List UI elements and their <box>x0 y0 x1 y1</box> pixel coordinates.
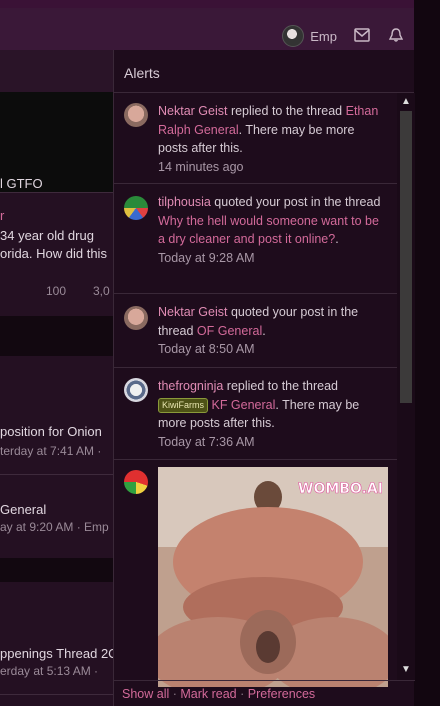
alert-user[interactable]: Nektar Geist <box>158 104 227 118</box>
bg-link[interactable]: r <box>0 208 113 223</box>
scroll-thumb[interactable] <box>400 111 412 403</box>
alerts-title: Alerts <box>114 50 414 93</box>
avatar[interactable] <box>124 378 148 402</box>
preferences-link[interactable]: Preferences <box>248 687 315 701</box>
alert-thread-link[interactable]: OF General <box>197 324 262 338</box>
scroll-down-icon[interactable]: ▼ <box>400 663 412 677</box>
alert-text: Nektar Geist replied to the thread Ethan… <box>158 104 379 155</box>
alert-item-image[interactable]: WOMBO.AI <box>114 460 397 700</box>
username: Emp <box>310 28 337 44</box>
alert-text: tilphousia quoted your post in the threa… <box>158 195 381 247</box>
show-all-link[interactable]: Show all <box>122 687 169 701</box>
bg-thread-meta: ay at 9:20 AM · Emp <box>0 520 109 534</box>
bg-text: orida. How did this <box>0 246 107 261</box>
top-strip <box>0 0 440 8</box>
alert-item[interactable]: tilphousia quoted your post in the threa… <box>114 184 397 294</box>
bg-thread-title: l GTFO <box>0 176 43 191</box>
bell-icon[interactable] <box>388 28 404 42</box>
attached-image[interactable]: WOMBO.AI <box>158 467 388 687</box>
user-menu[interactable]: Emp <box>282 25 337 47</box>
alert-thread-link[interactable]: KF General <box>211 398 275 412</box>
avatar[interactable] <box>124 196 148 220</box>
bg-thread-meta: erday at 5:13 AM · <box>0 664 99 678</box>
alert-time: Today at 9:28 AM <box>158 250 255 265</box>
user-badge: KiwiFarms <box>158 397 208 413</box>
bg-thread-title[interactable]: General <box>0 502 113 517</box>
image-watermark: WOMBO.AI <box>298 481 383 497</box>
alert-user[interactable]: Nektar Geist <box>158 305 227 319</box>
alert-time: 14 minutes ago <box>158 159 244 174</box>
alert-text: Nektar Geist quoted your post in the thr… <box>158 305 359 338</box>
avatar[interactable] <box>124 103 148 127</box>
alerts-list: Nektar Geist replied to the thread Ethan… <box>114 93 397 706</box>
alert-item[interactable]: Nektar Geist quoted your post in the thr… <box>114 294 397 368</box>
browser-edge <box>414 0 440 706</box>
user-avatar <box>282 25 305 47</box>
alert-user[interactable]: tilphousia <box>158 195 211 209</box>
navbar: Emp <box>0 8 414 50</box>
alert-time: Today at 7:36 AM <box>158 434 255 449</box>
mark-read-link[interactable]: Mark read <box>180 687 236 701</box>
bg-thread-title[interactable]: position for Onion <box>0 424 113 439</box>
alert-thread-link[interactable]: Why the hell would someone want to be a … <box>158 214 379 247</box>
alert-item[interactable]: Nektar Geist replied to the thread Ethan… <box>114 93 397 184</box>
avatar[interactable] <box>124 470 148 494</box>
mail-icon[interactable] <box>354 28 370 42</box>
bg-text: 34 year old drug <box>0 228 94 243</box>
alert-time: Today at 8:50 AM <box>158 342 255 356</box>
alerts-panel: Alerts Nektar Geist replied to the threa… <box>113 50 415 706</box>
bg-thread-meta: terday at 7:41 AM · <box>0 444 102 458</box>
scrollbar[interactable]: ▲ ▼ <box>397 93 415 680</box>
photo-illustration: WOMBO.AI <box>158 467 388 687</box>
scroll-up-icon[interactable]: ▲ <box>400 95 412 109</box>
avatar[interactable] <box>124 306 148 330</box>
alert-text: thefrogninja replied to the thread KiwiF… <box>158 379 360 430</box>
alert-item[interactable]: thefrogninja replied to the thread KiwiF… <box>114 368 397 460</box>
bg-thread-title[interactable]: ppenings Thread 2C <box>0 646 113 661</box>
alert-user[interactable]: thefrogninja <box>158 379 223 393</box>
alerts-footer: Show all · Mark read · Preferences <box>114 680 415 706</box>
